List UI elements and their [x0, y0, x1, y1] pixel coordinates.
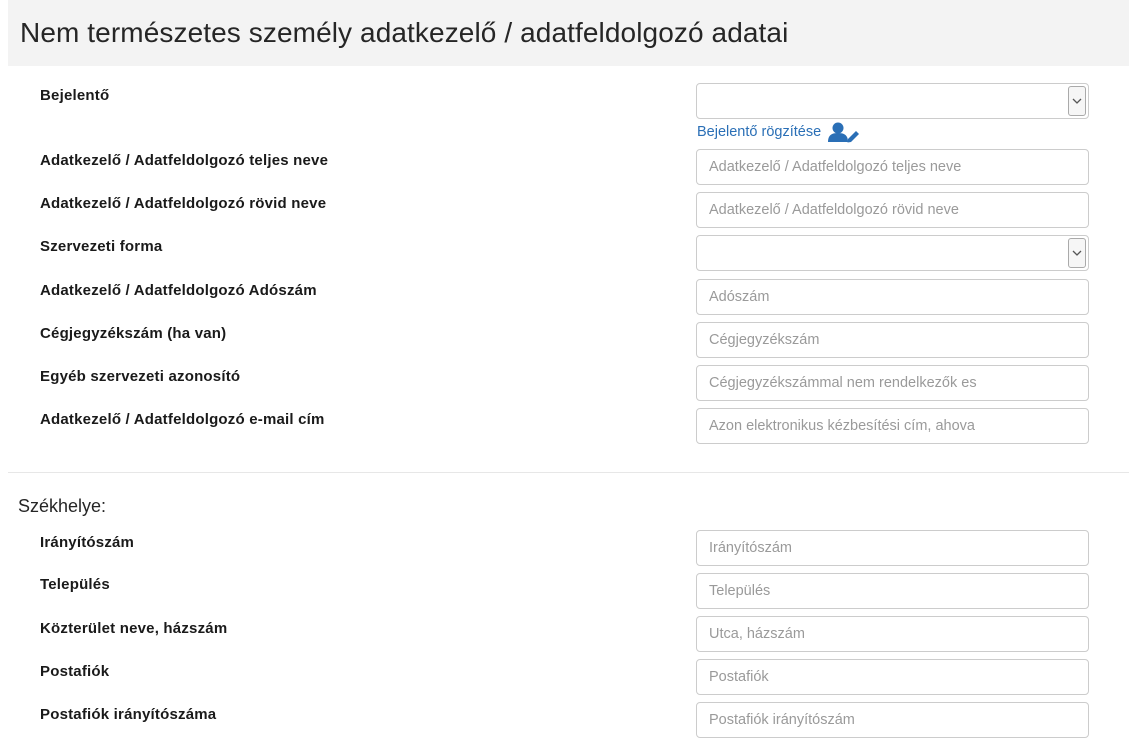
page-title: Nem természetes személy adatkezelő / ada…	[20, 17, 789, 48]
kozterulet-label: Közterület neve, házszám	[40, 620, 228, 637]
iranyitoszam-label: Irányítószám	[40, 534, 135, 551]
page-header: Nem természetes személy adatkezelő / ada…	[8, 0, 1129, 66]
email-input[interactable]	[696, 408, 1089, 444]
section-divider	[8, 472, 1129, 473]
telepules-input[interactable]	[696, 573, 1089, 609]
bejelento-rogzitese-link[interactable]: Bejelentő rögzítése	[697, 124, 821, 140]
egyeb-azonosito-label: Egyéb szervezeti azonosító	[40, 368, 241, 385]
adoszam-label: Adatkezelő / Adatfeldolgozó Adószám	[40, 282, 317, 299]
cegjegyzekszam-label: Cégjegyzékszám (ha van)	[40, 325, 227, 342]
postafiok-input[interactable]	[696, 659, 1089, 695]
email-label: Adatkezelő / Adatfeldolgozó e-mail cím	[40, 411, 325, 428]
bejelento-select[interactable]	[696, 83, 1089, 119]
chevron-down-icon[interactable]	[1068, 86, 1086, 116]
szervezeti-forma-label: Szervezeti forma	[40, 238, 163, 255]
user-edit-icon[interactable]	[827, 121, 861, 143]
telepules-label: Település	[40, 576, 110, 593]
form-page: Nem természetes személy adatkezelő / ada…	[0, 0, 1129, 738]
teljes-nev-label: Adatkezelő / Adatfeldolgozó teljes neve	[40, 152, 329, 169]
egyeb-azonosito-input[interactable]	[696, 365, 1089, 401]
szervezeti-forma-select[interactable]	[696, 235, 1089, 271]
adoszam-input[interactable]	[696, 279, 1089, 315]
bejelento-rogzitese-link-row[interactable]: Bejelentő rögzítése	[697, 120, 861, 144]
chevron-down-icon[interactable]	[1068, 238, 1086, 268]
rovid-nev-input[interactable]	[696, 192, 1089, 228]
bejelento-label: Bejelentő	[40, 87, 110, 104]
postafiok-iranyitoszam-label: Postafiók irányítószáma	[40, 706, 217, 723]
cegjegyzekszam-input[interactable]	[696, 322, 1089, 358]
postafiok-label: Postafiók	[40, 663, 110, 680]
szekhely-section-title: Székhelye:	[18, 496, 107, 516]
rovid-nev-label: Adatkezelő / Adatfeldolgozó rövid neve	[40, 195, 327, 212]
iranyitoszam-input[interactable]	[696, 530, 1089, 566]
kozterulet-input[interactable]	[696, 616, 1089, 652]
teljes-nev-input[interactable]	[696, 149, 1089, 185]
postafiok-iranyitoszam-input[interactable]	[696, 702, 1089, 738]
